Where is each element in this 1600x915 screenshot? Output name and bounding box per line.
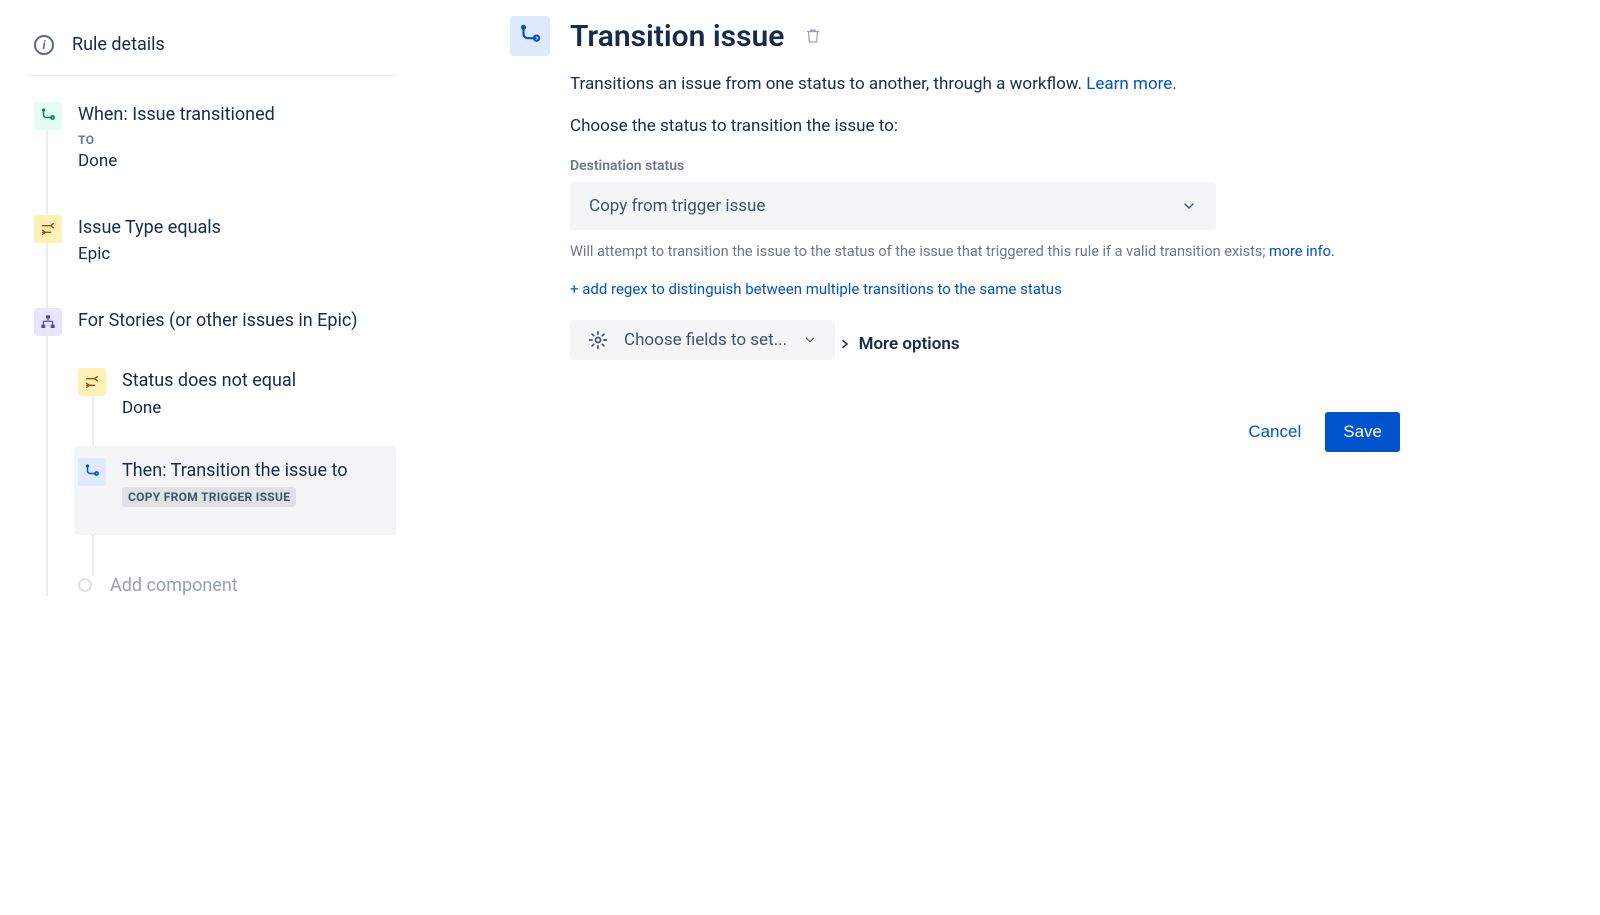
- destination-status-label: Destination status: [570, 158, 1440, 174]
- nested-step-action-selected[interactable]: Then: Transition the issue to COPY FROM …: [74, 446, 396, 535]
- step-value: Done: [122, 398, 296, 418]
- rule-details-row[interactable]: i Rule details: [28, 28, 396, 76]
- transition-icon: [510, 16, 550, 56]
- step-title: When: Issue transitioned: [78, 102, 275, 127]
- step-value: Epic: [78, 244, 221, 264]
- step-sublabel: TO: [78, 133, 275, 147]
- add-regex-link[interactable]: + add regex to distinguish between multi…: [570, 280, 1440, 298]
- main-panel: Transition issue Transitions an issue fr…: [400, 0, 1600, 915]
- add-component-button[interactable]: Add component: [74, 575, 400, 596]
- step-badge: COPY FROM TRIGGER ISSUE: [122, 487, 296, 507]
- nested-steps: Status does not equal Done Then: Transit…: [74, 356, 400, 595]
- rule-details-label: Rule details: [72, 34, 165, 55]
- transition-icon: [78, 458, 106, 486]
- step-value: Done: [78, 151, 275, 171]
- more-options-label: More options: [859, 334, 960, 354]
- add-component-label: Add component: [110, 575, 238, 596]
- transition-icon: [34, 102, 62, 130]
- info-icon: i: [34, 35, 54, 55]
- branch-icon: [34, 308, 62, 336]
- save-button[interactable]: Save: [1325, 412, 1400, 452]
- destination-status-select[interactable]: Copy from trigger issue: [570, 182, 1216, 230]
- step-trigger[interactable]: When: Issue transitioned TO Done: [34, 94, 400, 207]
- gear-icon: [588, 330, 608, 350]
- choose-fields-button[interactable]: Choose fields to set...: [570, 320, 835, 360]
- learn-more-link[interactable]: Learn more.: [1086, 74, 1177, 94]
- nested-step-condition[interactable]: Status does not equal Done: [74, 356, 400, 445]
- panel-header: Transition issue: [510, 16, 1440, 56]
- choose-fields-label: Choose fields to set...: [624, 330, 787, 350]
- panel-description: Transitions an issue from one status to …: [570, 74, 1440, 94]
- add-dot-icon: [78, 578, 92, 592]
- form-actions: Cancel Save: [570, 412, 1400, 452]
- step-title: For Stories (or other issues in Epic): [78, 308, 358, 333]
- panel-title: Transition issue: [570, 19, 784, 54]
- rule-sidebar: i Rule details When: Issue transitioned …: [0, 0, 400, 915]
- chevron-down-icon: [1181, 198, 1197, 214]
- step-condition[interactable]: Issue Type equals Epic: [34, 207, 400, 300]
- chevron-right-icon: [839, 338, 851, 350]
- rule-steps: When: Issue transitioned TO Done Issue T…: [28, 94, 400, 596]
- condition-icon: [34, 215, 62, 243]
- helper-text: Will attempt to transition the issue to …: [570, 242, 1400, 262]
- step-branch[interactable]: For Stories (or other issues in Epic): [34, 300, 400, 346]
- more-info-link[interactable]: more info.: [1269, 243, 1335, 260]
- delete-icon[interactable]: [804, 27, 822, 45]
- choose-status-label: Choose the status to transition the issu…: [570, 116, 1440, 136]
- select-value: Copy from trigger issue: [589, 196, 765, 216]
- condition-icon: [78, 368, 106, 396]
- more-options-toggle[interactable]: More options: [839, 334, 960, 354]
- step-title: Then: Transition the issue to: [122, 458, 347, 483]
- step-title: Issue Type equals: [78, 215, 221, 240]
- step-title: Status does not equal: [122, 368, 296, 393]
- chevron-down-icon: [803, 333, 817, 347]
- cancel-button[interactable]: Cancel: [1248, 422, 1301, 442]
